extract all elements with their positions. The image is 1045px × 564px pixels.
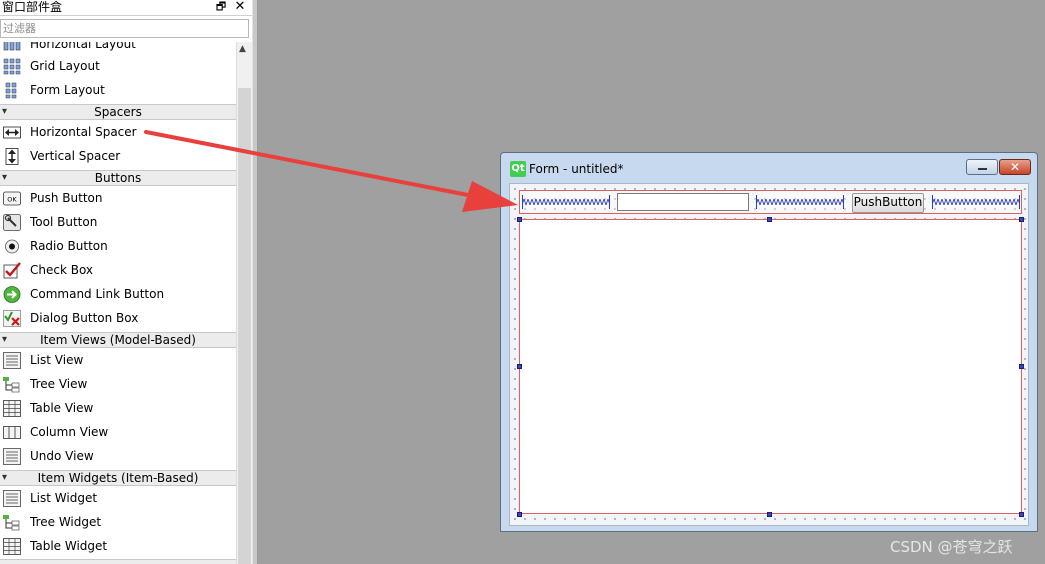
watermark: CSDN @苍穹之跃 (890, 538, 1013, 556)
annotation-arrow (144, 130, 518, 212)
